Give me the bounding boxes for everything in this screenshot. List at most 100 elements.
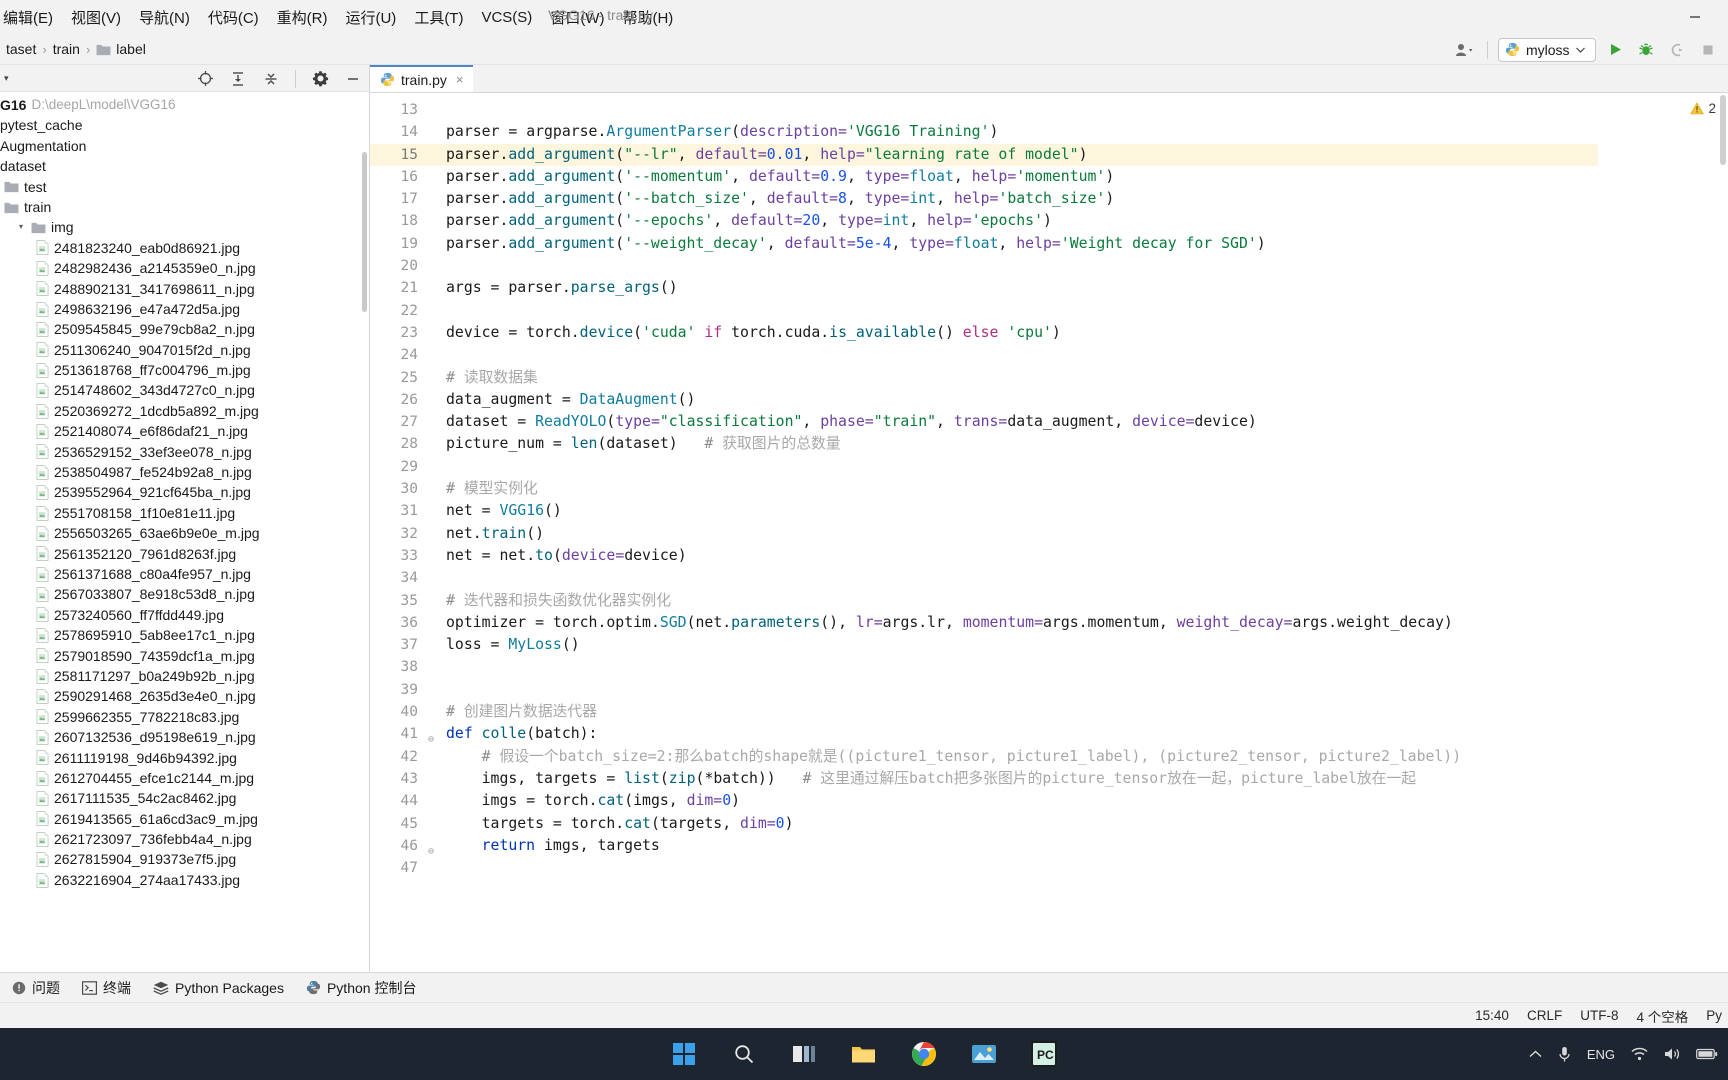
code-line[interactable] (432, 567, 1598, 589)
code-line[interactable] (432, 255, 1598, 277)
pycharm-icon[interactable]: PC (1028, 1038, 1060, 1070)
code-line[interactable]: # 读取数据集 (432, 367, 1598, 389)
tree-file-node[interactable]: 2581171297_b0a249b92b_n.jpg (0, 666, 369, 686)
line-number[interactable]: 26 (370, 389, 432, 411)
line-number[interactable]: 36 (370, 612, 432, 634)
select-opened-file-icon[interactable] (193, 68, 217, 90)
code-line[interactable]: # 假设一个batch_size=2:那么batch的shape就是((pict… (432, 746, 1598, 768)
inspection-widget[interactable]: 2 (1690, 101, 1716, 116)
line-number[interactable]: 42 (370, 746, 432, 768)
code-line[interactable]: net = net.to(device=device) (432, 545, 1598, 567)
line-number[interactable]: 38 (370, 656, 432, 678)
code-editor[interactable]: 13 14 15 16 17 18 19 20 21 22 23 24 25 26 27 28 29 30 31 32… (370, 93, 1728, 972)
tree-node-train[interactable]: train (0, 197, 369, 217)
code-line[interactable]: imgs = torch.cat(imgs, dim=0) (432, 790, 1598, 812)
close-icon[interactable]: × (456, 72, 464, 87)
line-number[interactable]: 16 (370, 166, 432, 188)
volume-icon[interactable] (1664, 1047, 1680, 1061)
code-line[interactable]: def colle(batch): (432, 723, 1598, 745)
line-number[interactable]: 17 (370, 188, 432, 210)
code-line[interactable]: picture_num = len(dataset) # 获取图片的总数量 (432, 433, 1598, 455)
line-number[interactable]: 31 (370, 500, 432, 522)
tray-chevron-icon[interactable] (1529, 1050, 1542, 1059)
project-root-node[interactable]: G16 D:\deepL\model\VGG16 (0, 95, 369, 115)
tree-file-node[interactable]: 2513618768_ff7c004796_m.jpg (0, 360, 369, 380)
tree-file-node[interactable]: 2481823240_eab0d86921.jpg (0, 238, 369, 258)
tree-file-node[interactable]: 2539552964_921cf645ba_n.jpg (0, 482, 369, 502)
code-line[interactable]: data_augment = DataAugment() (432, 389, 1598, 411)
code-line[interactable]: parser.add_argument('--batch_size', defa… (432, 188, 1598, 210)
code-line[interactable]: parser.add_argument("--lr", default=0.01… (432, 143, 1598, 166)
code-line[interactable] (432, 300, 1598, 322)
code-line[interactable]: targets = torch.cat(targets, dim=0) (432, 813, 1598, 835)
tree-file-node[interactable]: 2551708158_1f10e81e11.jpg (0, 503, 369, 523)
code-line[interactable]: parser = argparse.ArgumentParser(descrip… (432, 121, 1598, 143)
breadcrumb-item-taset[interactable]: taset (2, 40, 40, 58)
line-number[interactable]: 33 (370, 545, 432, 567)
line-number[interactable]: 25 (370, 367, 432, 389)
project-view-chevron-icon[interactable]: ▾ (4, 73, 9, 84)
menu-refactor[interactable]: 重构(R) (268, 5, 337, 30)
tray-language[interactable]: ENG (1587, 1047, 1615, 1062)
status-encoding[interactable]: UTF-8 (1580, 1008, 1618, 1023)
tree-file-node[interactable]: 2538504987_fe524b92a8_n.jpg (0, 462, 369, 482)
sidebar-scrollbar[interactable] (362, 152, 367, 312)
task-view-icon[interactable] (788, 1038, 820, 1070)
tree-node-Augmentation[interactable]: Augmentation (0, 136, 369, 156)
menu-edit[interactable]: 编辑(E) (0, 5, 62, 30)
tree-file-node[interactable]: 2509545845_99e79cb8a2_n.jpg (0, 319, 369, 339)
tree-file-node[interactable]: 2556503265_63ae6b9e0e_m.jpg (0, 523, 369, 543)
line-number[interactable]: 19 (370, 233, 432, 255)
tree-file-node[interactable]: 2561371688_c80a4fe957_n.jpg (0, 564, 369, 584)
file-explorer-icon[interactable] (848, 1038, 880, 1070)
tree-file-node[interactable]: 2578695910_5ab8ee17c1_n.jpg (0, 625, 369, 645)
editor-scrollbar[interactable] (1720, 95, 1726, 165)
code-line[interactable] (432, 656, 1598, 678)
code-line[interactable]: loss = MyLoss() (432, 634, 1598, 656)
tree-file-node[interactable]: 2520369272_1dcdb5a892_m.jpg (0, 401, 369, 421)
line-number[interactable]: 34 (370, 567, 432, 589)
tree-file-node[interactable]: 2599662355_7782218c83.jpg (0, 707, 369, 727)
tool-python-console[interactable]: Python 控制台 (306, 978, 416, 998)
run-button[interactable] (1603, 39, 1627, 61)
status-interpreter[interactable]: Py (1706, 1008, 1722, 1023)
tool-python-packages[interactable]: Python Packages (153, 980, 284, 996)
wifi-icon[interactable] (1631, 1047, 1648, 1061)
tree-node-test[interactable]: test (0, 177, 369, 197)
line-number[interactable]: 21 (370, 277, 432, 299)
code-line[interactable]: # 模型实例化 (432, 478, 1598, 500)
line-number[interactable]: 27 (370, 411, 432, 433)
line-number[interactable]: 29 (370, 456, 432, 478)
chrome-icon[interactable] (908, 1038, 940, 1070)
line-number[interactable]: 47 (370, 857, 432, 879)
status-indent[interactable]: 4 个空格 (1636, 1006, 1688, 1026)
menu-vcs[interactable]: VCS(S) (472, 7, 541, 28)
line-number[interactable]: 18 (370, 210, 432, 232)
line-number[interactable]: 40 (370, 701, 432, 723)
gear-icon[interactable] (308, 68, 332, 90)
minimize-button[interactable] (1680, 6, 1710, 28)
code-line[interactable] (432, 456, 1598, 478)
line-number[interactable]: 28 (370, 433, 432, 455)
line-number[interactable]: 39 (370, 679, 432, 701)
line-number[interactable]: 13 (370, 99, 432, 121)
code-line[interactable]: imgs, targets = list(zip(*batch)) # 这里通过… (432, 768, 1598, 790)
search-icon[interactable] (728, 1038, 760, 1070)
line-number[interactable]: 15 (370, 143, 432, 166)
tree-node-pytest_cache[interactable]: pytest_cache (0, 115, 369, 135)
start-button-icon[interactable] (668, 1038, 700, 1070)
tree-file-node[interactable]: 2612704455_efce1c2144_m.jpg (0, 768, 369, 788)
menu-code[interactable]: 代码(C) (199, 5, 268, 30)
line-number[interactable]: 23 (370, 322, 432, 344)
line-number[interactable]: 41 ⊖ (370, 723, 434, 745)
line-number[interactable]: 20 (370, 255, 432, 277)
tree-file-node[interactable]: 2607132536_d95198e619_n.jpg (0, 727, 369, 747)
code-line[interactable] (432, 99, 1598, 121)
tree-file-node[interactable]: 2511306240_9047015f2d_n.jpg (0, 340, 369, 360)
project-tree[interactable]: G16 D:\deepL\model\VGG16 pytest_cache Augme… (0, 92, 369, 972)
expand-all-icon[interactable] (226, 68, 250, 90)
run-configuration-selector[interactable]: myloss (1498, 37, 1596, 62)
tree-file-node[interactable]: 2536529152_33ef3ee078_n.jpg (0, 442, 369, 462)
hide-panel-icon[interactable] (341, 68, 365, 90)
tool-terminal[interactable]: 终端 (82, 978, 131, 998)
